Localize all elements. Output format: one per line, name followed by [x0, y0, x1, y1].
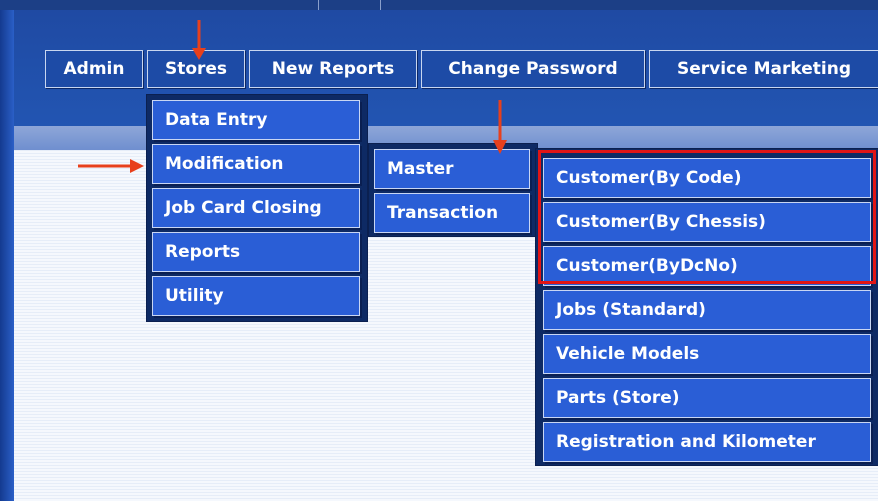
menu-modification[interactable]: Modification: [152, 144, 360, 184]
menu-jobs-standard[interactable]: Jobs (Standard): [543, 290, 871, 330]
window-top-bar: [0, 0, 878, 10]
arrow-down-icon: [493, 100, 507, 154]
nav-admin[interactable]: Admin: [45, 50, 143, 88]
modification-submenu: Master Transaction: [368, 143, 538, 237]
nav-change-password[interactable]: Change Password: [421, 50, 645, 88]
top-bar-separator: [380, 0, 381, 10]
menu-parts-store[interactable]: Parts (Store): [543, 378, 871, 418]
menu-data-entry[interactable]: Data Entry: [152, 100, 360, 140]
menu-job-card-closing[interactable]: Job Card Closing: [152, 188, 360, 228]
top-bar-separator: [318, 0, 319, 10]
menu-utility[interactable]: Utility: [152, 276, 360, 316]
nav-new-reports[interactable]: New Reports: [249, 50, 417, 88]
left-edge-bar: [0, 10, 14, 501]
menu-reports[interactable]: Reports: [152, 232, 360, 272]
menu-registration-kilometer[interactable]: Registration and Kilometer: [543, 422, 871, 462]
red-highlight-box: [538, 150, 876, 284]
menu-vehicle-models[interactable]: Vehicle Models: [543, 334, 871, 374]
stores-dropdown: Data Entry Modification Job Card Closing…: [146, 94, 368, 322]
arrow-right-icon: [78, 159, 144, 173]
nav-service-marketing[interactable]: Service Marketing: [649, 50, 878, 88]
menu-transaction[interactable]: Transaction: [374, 193, 530, 233]
arrow-down-icon: [192, 20, 206, 60]
